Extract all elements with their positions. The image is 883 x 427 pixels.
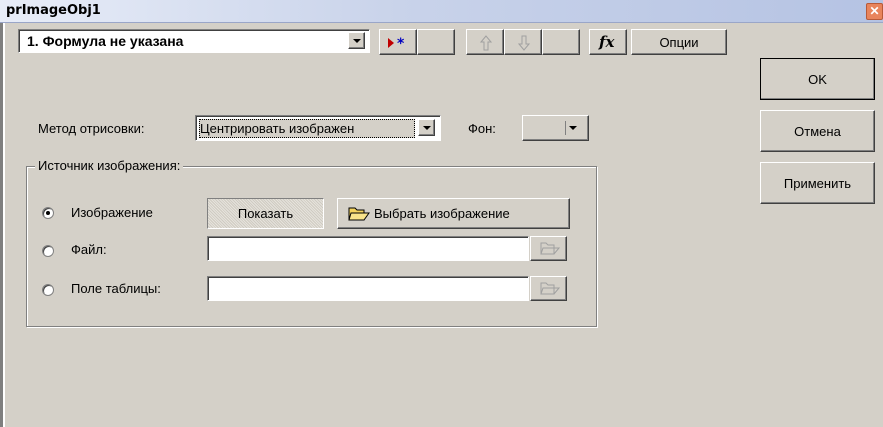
folder-open-icon (348, 207, 370, 221)
background-label: Фон: (468, 121, 496, 136)
draw-method-select[interactable]: Центрировать изображен (195, 115, 441, 141)
show-label: Показать (237, 206, 294, 221)
move-down-button[interactable] (504, 29, 542, 55)
image-source-title: Источник изображения: (35, 158, 184, 173)
chevron-down-icon (422, 125, 431, 130)
show-toggle-button[interactable]: Показать (207, 198, 324, 229)
table-field-input[interactable] (207, 276, 529, 301)
fx-icon: fx (599, 33, 615, 51)
options-button[interactable]: Опции (631, 29, 727, 55)
radio-image-label[interactable]: Изображение (71, 205, 153, 220)
apply-label: Применить (783, 175, 852, 191)
formula-combo-dropdown[interactable] (348, 32, 365, 49)
apply-button[interactable]: Применить (760, 162, 875, 204)
add-record-icon: * (388, 36, 405, 50)
background-color-picker[interactable] (522, 115, 589, 141)
choose-image-button[interactable]: Выбрать изображение (337, 198, 570, 229)
folder-open-icon (540, 242, 560, 255)
radio-image[interactable] (42, 207, 54, 219)
chevron-down-icon (352, 38, 361, 43)
function-button[interactable]: fx (589, 29, 627, 55)
draw-method-value: Центрировать изображен (199, 119, 415, 138)
formula-combo[interactable]: 1. Формула не указана (18, 29, 370, 53)
arrow-down-icon (518, 35, 530, 51)
chevron-down-icon (569, 126, 577, 130)
ok-label: OK (808, 71, 827, 87)
title-bar (0, 0, 883, 23)
close-button[interactable]: ✕ (866, 3, 883, 20)
draw-method-dropdown[interactable] (418, 119, 435, 136)
move-up-button[interactable] (466, 29, 504, 55)
color-picker-divider (565, 121, 566, 135)
radio-file-label[interactable]: Файл: (71, 242, 107, 257)
radio-table-field-label[interactable]: Поле таблицы: (71, 281, 161, 296)
browse-file-button[interactable] (530, 236, 567, 261)
browse-table-button[interactable] (530, 276, 567, 301)
file-path-input[interactable] (207, 236, 529, 261)
radio-file[interactable] (42, 245, 54, 257)
options-label: Опции (659, 34, 699, 50)
add-record-button[interactable]: * (379, 29, 417, 55)
formula-combo-value: 1. Формула не указана (27, 33, 184, 49)
toolbar-empty-button-1[interactable] (417, 29, 455, 55)
window-border-highlight (3, 23, 5, 427)
folder-open-icon (540, 282, 560, 295)
cancel-label: Отмена (794, 123, 841, 139)
cancel-button[interactable]: Отмена (760, 110, 875, 152)
arrow-up-icon (480, 35, 492, 51)
toolbar-empty-button-2[interactable] (542, 29, 580, 55)
ok-button[interactable]: OK (760, 58, 875, 100)
draw-method-label: Метод отрисовки: (38, 121, 145, 136)
choose-image-label: Выбрать изображение (374, 206, 510, 221)
radio-table-field[interactable] (42, 284, 54, 296)
close-icon: ✕ (869, 4, 880, 18)
window-title: prImageObj1 (6, 3, 101, 18)
svg-text:*: * (397, 36, 405, 50)
